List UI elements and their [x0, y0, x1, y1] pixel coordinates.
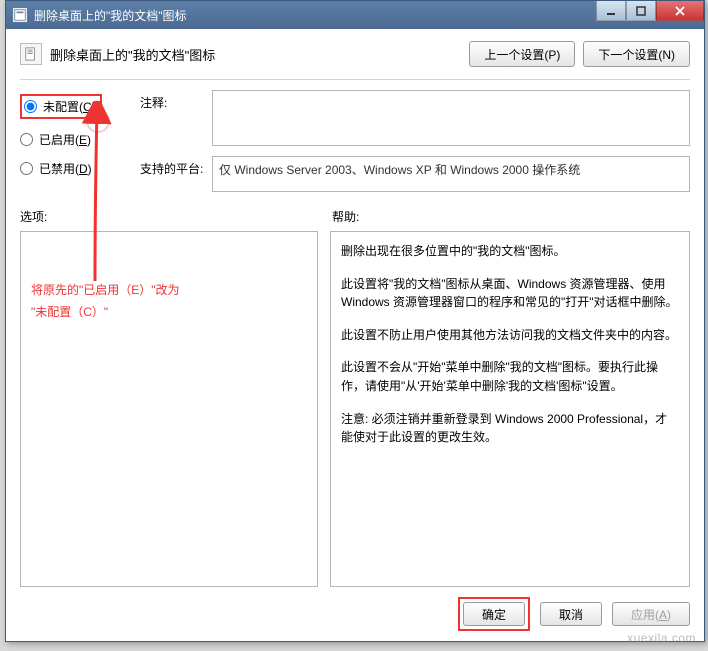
ok-button[interactable]: 确定 — [463, 602, 525, 626]
comment-label: 注释: — [140, 90, 212, 146]
options-panel: 将原先的"已启用（E）"改为 "未配置（C）" — [20, 231, 318, 587]
radio-disabled[interactable]: 已禁用(D) — [20, 160, 140, 177]
platform-label: 支持的平台: — [140, 156, 212, 192]
radio-enabled[interactable]: 已启用(E) — [20, 131, 140, 148]
titlebar[interactable]: 删除桌面上的"我的文档"图标 — [6, 1, 704, 29]
radio-not-configured-input[interactable] — [24, 100, 37, 113]
help-paragraph: 此设置将"我的文档"图标从桌面、Windows 资源管理器、使用 Windows… — [341, 275, 679, 312]
annotation-highlight-ok: 确定 — [458, 597, 530, 631]
help-panel[interactable]: 删除出现在很多位置中的"我的文档"图标。 此设置将"我的文档"图标从桌面、Win… — [330, 231, 690, 587]
next-setting-button[interactable]: 下一个设置(N) — [583, 41, 690, 67]
options-label: 选项: — [20, 210, 47, 224]
policy-title: 删除桌面上的"我的文档"图标 — [50, 45, 215, 64]
comment-textarea[interactable] — [212, 90, 690, 146]
state-radio-group: 未配置(C) 已启用(E) 已禁用(D) — [20, 90, 140, 202]
policy-icon — [20, 43, 42, 65]
maximize-button[interactable] — [626, 1, 656, 21]
close-button[interactable] — [656, 1, 704, 21]
policy-editor-window: 删除桌面上的"我的文档"图标 删除桌面上的"我的文档"图标 上一个设置(P) 下… — [5, 0, 705, 642]
separator — [20, 79, 690, 80]
help-paragraph: 此设置不会从"开始"菜单中删除"我的文档"图标。要执行此操作，请使用"从'开始'… — [341, 358, 679, 395]
supported-platforms: 仅 Windows Server 2003、Windows XP 和 Windo… — [212, 156, 690, 192]
cancel-button[interactable]: 取消 — [540, 602, 602, 626]
radio-enabled-input[interactable] — [20, 133, 33, 146]
radio-disabled-input[interactable] — [20, 162, 33, 175]
radio-not-configured[interactable]: 未配置(C) — [20, 94, 140, 119]
previous-setting-button[interactable]: 上一个设置(P) — [469, 41, 575, 67]
annotation-text: 将原先的"已启用（E）"改为 "未配置（C）" — [31, 280, 307, 323]
help-label: 帮助: — [332, 210, 359, 224]
help-paragraph: 删除出现在很多位置中的"我的文档"图标。 — [341, 242, 679, 261]
watermark: xuexila.com — [627, 631, 696, 645]
annotation-highlight-radio: 未配置(C) — [20, 94, 102, 119]
app-icon — [12, 7, 28, 23]
help-paragraph: 注意: 必须注销并重新登录到 Windows 2000 Professional… — [341, 410, 679, 447]
apply-button[interactable]: 应用(A) — [612, 602, 690, 626]
help-paragraph: 此设置不防止用户使用其他方法访问我的文档文件夹中的内容。 — [341, 326, 679, 345]
minimize-button[interactable] — [596, 1, 626, 21]
